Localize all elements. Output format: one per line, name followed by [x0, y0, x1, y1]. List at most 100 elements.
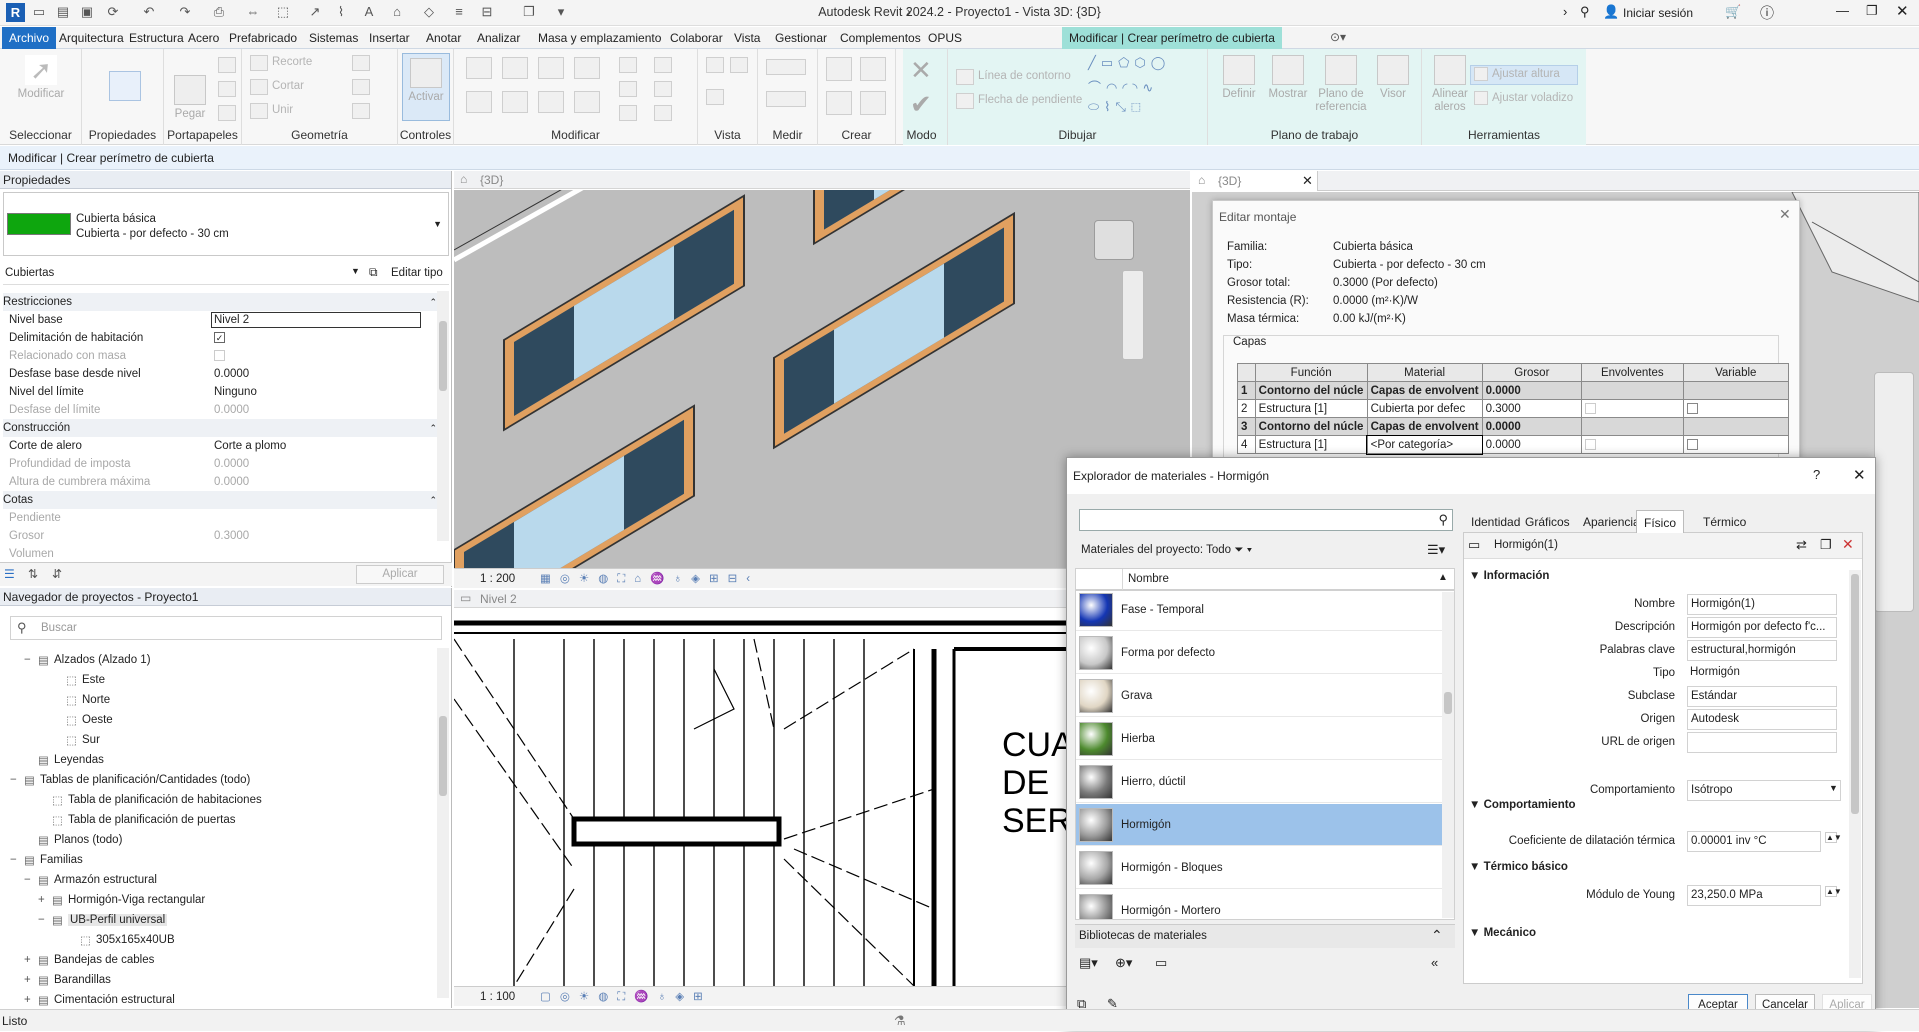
chevron-right-icon[interactable]: › [1563, 4, 1567, 19]
material-item[interactable]: Hormigón - Mortero [1076, 890, 1448, 919]
split-face-icon[interactable] [352, 103, 370, 119]
view-control-icons[interactable]: ▢◎☀◍⛶♒♁◈⊞ [540, 987, 712, 1007]
join-label[interactable]: Unir [272, 104, 293, 116]
tree-item[interactable]: Bandejas de cables [54, 954, 154, 966]
navigation-bar[interactable] [1122, 270, 1144, 360]
field-value[interactable]: Hormigón(1) [1687, 594, 1837, 615]
navigation-bar[interactable] [1874, 372, 1914, 612]
menu-tab-12[interactable]: Gestionar [768, 27, 834, 49]
create-similar-icon[interactable] [860, 91, 886, 115]
tree-item[interactable]: Hormigón-Viga rectangular [68, 894, 205, 906]
align-eaves-button[interactable]: Alinear aleros [1428, 55, 1472, 114]
activate-button[interactable]: Activar [402, 53, 450, 121]
copy-icon[interactable] [218, 81, 236, 97]
geometry-tool-icon[interactable] [352, 55, 370, 71]
menu-tab-9[interactable]: Masa y emplazamiento [531, 27, 668, 49]
menu-tab-5[interactable]: Sistemas [302, 27, 365, 49]
hide-icon[interactable] [730, 57, 748, 73]
material-item[interactable]: Hierro, dúctil [1076, 761, 1448, 803]
view-3d-scale[interactable]: 1 : 200 [480, 573, 515, 585]
sort-az-icon[interactable]: ⇅ [28, 567, 38, 581]
tree-item[interactable]: Este [82, 674, 105, 686]
layer-material[interactable]: <Por categoría> [1366, 434, 1484, 455]
sort-category-icon[interactable]: ☰ [4, 567, 15, 581]
tree-item[interactable]: 305x165x40UB [96, 934, 175, 946]
draw-shapes-row3[interactable]: ⬭⌇⤡⬚ [1088, 99, 1146, 115]
rotate-icon[interactable] [538, 91, 564, 113]
menu-tab-10[interactable]: Colaborar [663, 27, 730, 49]
view-plan-canvas[interactable]: CUA DE SER [454, 609, 1074, 986]
section-info[interactable]: ▼ Información [1469, 570, 1549, 582]
maximize-icon[interactable]: ❐ [1866, 3, 1878, 19]
chevron-down-icon[interactable]: ▼ [1829, 783, 1838, 793]
expand-icon[interactable]: + [38, 894, 45, 906]
ref-plane-button[interactable]: Plano de referencia [1314, 55, 1368, 114]
menu-tab-3[interactable]: Acero [181, 27, 226, 49]
property-value[interactable]: Nivel 2 [211, 312, 421, 328]
view-control-icons[interactable]: ▦◎☀◍⛶⌂♒♁◈⊞⊟‹ [540, 569, 759, 589]
adjust-height-label[interactable]: Ajustar altura [1492, 68, 1560, 80]
wraps-checkbox[interactable] [1585, 438, 1597, 450]
user-icon[interactable]: 👤 [1603, 4, 1619, 20]
minimize-icon[interactable]: — [1836, 3, 1849, 18]
replace-asset-icon[interactable]: ⇄ [1796, 537, 1807, 553]
menu-tab-6[interactable]: Insertar [362, 27, 417, 49]
trim-icon[interactable] [574, 91, 600, 113]
property-category[interactable]: Restricciones ⌃ [3, 293, 445, 311]
collapse-tree-icon[interactable]: − [24, 654, 31, 666]
field-value[interactable]: Estándar [1687, 686, 1837, 707]
boundary-line-label[interactable]: Línea de contorno [978, 70, 1071, 82]
tree-item[interactable]: Norte [82, 694, 110, 706]
show-button[interactable]: Mostrar [1266, 55, 1310, 101]
boundary-line-icon[interactable] [956, 69, 974, 85]
close-tab-icon[interactable]: ✕ [1302, 173, 1313, 189]
material-item[interactable]: Hormigón [1076, 804, 1448, 846]
layer-thickness[interactable]: 0.3000 [1481, 399, 1583, 418]
slope-arrow-label[interactable]: Flecha de pendiente [978, 94, 1082, 106]
property-category[interactable]: Cotas ⌃ [3, 491, 445, 509]
move-icon[interactable] [466, 91, 492, 113]
layer-function[interactable]: Estructura [1] [1254, 435, 1368, 454]
section-mechanical[interactable]: ▼ Mecánico [1469, 927, 1536, 939]
field-value[interactable]: Isótropo [1687, 780, 1841, 801]
menu-tab-1[interactable]: Arquitectura [52, 27, 131, 49]
dimension-tool-icon[interactable] [766, 91, 806, 107]
asset-editor-icon[interactable]: ▭ [1155, 955, 1167, 971]
material-tab-3[interactable]: Físico [1636, 510, 1685, 534]
material-item[interactable]: Fase - Temporal [1076, 591, 1448, 631]
delete-icon[interactable] [654, 105, 672, 121]
ribbon-options-icon[interactable]: ⊙▾ [1330, 30, 1346, 44]
edit-type-icon[interactable]: ⧉ [369, 265, 378, 280]
material-search-input[interactable]: ⚲ [1079, 509, 1453, 531]
split-icon[interactable] [619, 57, 637, 73]
create-material-icon[interactable]: ⊕▾ [1115, 955, 1132, 971]
adjust-overhang-label[interactable]: Ajustar voladizo [1492, 92, 1573, 104]
section-thermal[interactable]: ▼ Térmico básico [1469, 861, 1568, 873]
login-link[interactable]: Iniciar sesión [1623, 6, 1693, 20]
layer-function[interactable]: Contorno del núcle [1254, 381, 1368, 400]
cut-geometry-label[interactable]: Cortar [272, 80, 304, 92]
tree-item[interactable]: Leyendas [54, 754, 104, 766]
spinner-icon[interactable]: ▲▼ [1825, 832, 1842, 843]
slope-arrow-icon[interactable] [956, 93, 974, 109]
mirror-axis-icon[interactable] [538, 57, 564, 79]
cart-icon[interactable]: 🛒 [1725, 4, 1741, 20]
tree-item[interactable]: Alzados (Alzado 1) [54, 654, 151, 666]
draw-shapes-row1[interactable]: ╱▭⬠⬡◯ [1088, 55, 1170, 71]
tree-item[interactable]: Armazón estructural [54, 874, 157, 886]
material-tab-1[interactable]: Gráficos [1518, 510, 1577, 534]
adjust-height-icon[interactable] [1474, 67, 1488, 81]
tree-item[interactable]: Oeste [82, 714, 113, 726]
property-value[interactable]: 0.0000 [214, 365, 249, 383]
layer-material[interactable]: Capas de envolvent [1366, 381, 1483, 400]
expand-icon[interactable]: + [24, 994, 31, 1006]
property-checkbox[interactable]: ✓ [214, 332, 225, 343]
collapse-icon[interactable]: ⌃ [429, 419, 437, 437]
create-assembly-icon[interactable] [826, 91, 852, 115]
variable-checkbox[interactable] [1686, 402, 1698, 414]
layer-material[interactable]: Capas de envolvent [1366, 417, 1483, 436]
scale-icon[interactable] [619, 105, 637, 121]
view-3d-right-tab[interactable] [1192, 171, 1318, 191]
menu-tab-0[interactable]: Archivo [2, 27, 57, 49]
help-icon[interactable]: ? [1813, 467, 1820, 482]
